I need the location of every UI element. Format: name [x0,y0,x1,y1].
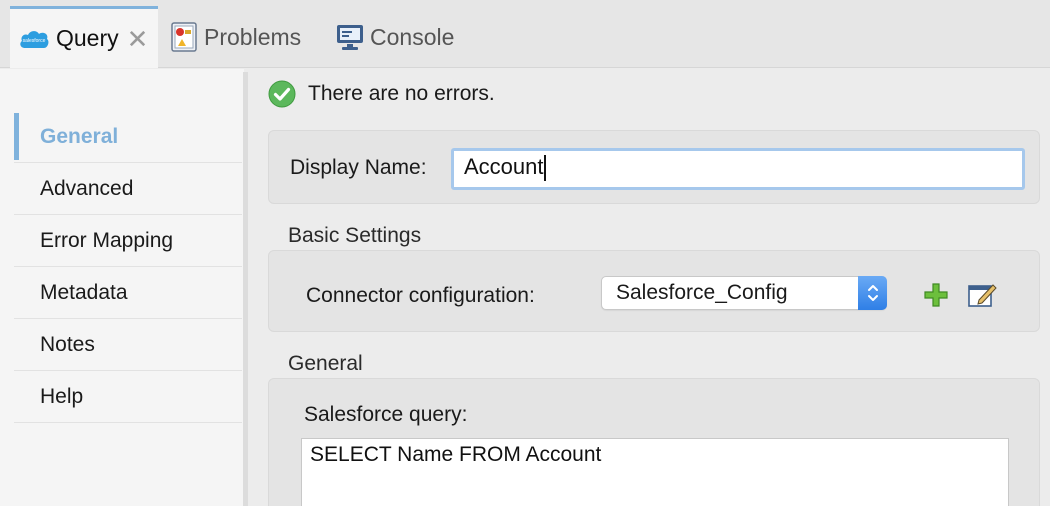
basic-settings-group: Connector configuration: Salesforce_Conf… [268,250,1040,332]
display-name-input[interactable]: Account [451,148,1025,190]
nav-item-metadata[interactable]: Metadata [14,267,242,319]
display-name-value: Account [464,154,544,179]
nav-item-notes[interactable]: Notes [14,319,242,371]
general-group: Salesforce query: SELECT Name FROM Accou… [268,378,1040,506]
properties-editor: salesforce Query ✕ Problems Console Gene… [0,0,1050,506]
nav-item-help[interactable]: Help [14,371,242,423]
nav-item-error-mapping[interactable]: Error Mapping [14,215,242,267]
display-name-label: Display Name: [290,156,427,179]
text-caret [543,155,546,182]
edit-icon[interactable] [967,280,999,310]
nav-list: General Advanced Error Mapping Metadata … [14,111,242,423]
connector-config-value: Salesforce_Config [616,281,788,304]
chevron-updown-icon[interactable] [858,276,887,310]
nav-item-general[interactable]: General [14,111,242,163]
tab-problems-label: Problems [204,23,302,50]
salesforce-icon: salesforce [18,28,50,50]
display-name-group: Display Name: Account [268,130,1040,204]
tab-console-label: Console [370,23,455,50]
salesforce-query-label: Salesforce query: [304,403,468,426]
check-circle-icon [268,80,296,108]
connector-config-select[interactable]: Salesforce_Config [601,276,887,310]
connector-config-label: Connector configuration: [306,284,535,307]
content-panel: There are no errors. Display Name: Accou… [248,69,1050,506]
problems-icon [170,22,198,52]
console-icon [336,23,364,51]
validation-status: There are no errors. [248,69,1050,119]
close-icon[interactable]: ✕ [127,26,149,52]
nav-item-advanced[interactable]: Advanced [14,163,242,215]
status-text: There are no errors. [308,82,495,105]
general-section-title: General [288,352,363,375]
tab-query-label: Query [56,25,119,51]
tab-query[interactable]: salesforce Query ✕ [10,6,158,68]
svg-text:salesforce: salesforce [23,38,46,44]
tab-console[interactable]: Console [336,6,486,68]
side-nav: General Advanced Error Mapping Metadata … [0,69,244,506]
tab-bar: salesforce Query ✕ Problems Console [0,0,1050,68]
salesforce-query-textarea[interactable]: SELECT Name FROM Account [301,438,1009,506]
add-icon[interactable] [923,282,949,308]
tab-problems[interactable]: Problems [170,6,330,68]
basic-settings-title: Basic Settings [288,224,422,247]
